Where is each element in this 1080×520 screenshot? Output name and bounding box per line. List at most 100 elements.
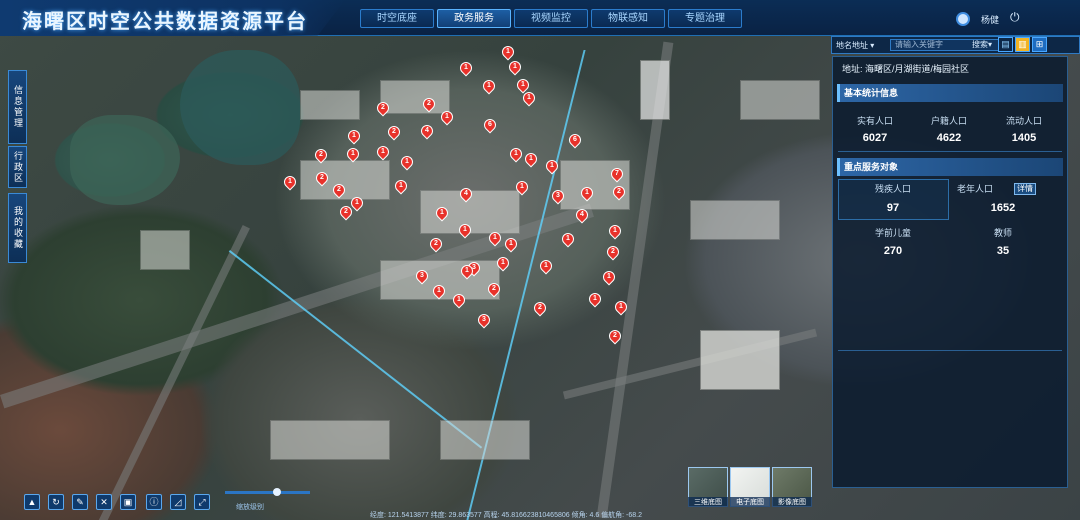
nav-spatiotemporal-base[interactable]: 时空底座: [360, 9, 434, 28]
map-marker-count: 3: [420, 272, 424, 279]
map-marker-count: 2: [392, 128, 396, 135]
zoom-slider-knob[interactable]: [273, 488, 281, 496]
map-marker-count: 2: [611, 248, 615, 255]
panel-address: 地址: 海曙区/月湖街道/梅园社区: [842, 64, 970, 74]
expand-icon[interactable]: ⤢: [194, 494, 210, 510]
map-marker-count: 1: [493, 234, 497, 241]
map-marker-count: 4: [580, 211, 584, 218]
map-marker-count: 2: [434, 240, 438, 247]
map-marker-count: 1: [506, 48, 510, 55]
map-marker-count: 2: [538, 304, 542, 311]
map-marker-count: 1: [381, 148, 385, 155]
search-button[interactable]: 搜索▾: [972, 39, 992, 50]
detail-button[interactable]: 详情: [1014, 183, 1036, 195]
map-marker-count: 1: [521, 81, 525, 88]
map-marker-count: 1: [445, 113, 449, 120]
map-marker-count: 1: [513, 63, 517, 70]
map-marker-count: 1: [487, 82, 491, 89]
map-marker-count: 3: [556, 192, 560, 199]
layer-icon[interactable]: ▤: [998, 37, 1013, 52]
map-marker-count: 1: [463, 226, 467, 233]
map-marker-count: 4: [464, 190, 468, 197]
map-marker-count: 1: [550, 162, 554, 169]
search-type-label: 地名地址: [836, 41, 868, 50]
measure-icon[interactable]: ✕: [96, 494, 112, 510]
map-marker-count: 2: [427, 100, 431, 107]
stat-label-floating-pop: 流动人口: [1005, 116, 1042, 126]
map-marker-count: 1: [529, 155, 533, 162]
map-marker-count: 2: [617, 188, 621, 195]
rotate-icon[interactable]: ↻: [48, 494, 64, 510]
map-marker-count: 2: [381, 104, 385, 111]
user-avatar-icon[interactable]: [956, 12, 970, 26]
grid-icon[interactable]: ⊞: [1032, 37, 1047, 52]
map-marker-count: 1: [440, 209, 444, 216]
map-marker-count: 1: [613, 227, 617, 234]
stat-label-elderly: 老年人口: [956, 184, 993, 194]
map-marker-count: 6: [573, 136, 577, 143]
stat-value-preschool: 270: [883, 245, 903, 257]
map-marker-count: 1: [405, 158, 409, 165]
map-marker-count: 1: [352, 132, 356, 139]
map-marker-count: 2: [613, 332, 617, 339]
basemap-vector-label: 电子底图: [730, 497, 770, 507]
search-type-select[interactable]: 地名地址 ▾: [836, 40, 874, 51]
app-title: 海曙区时空公共数据资源平台: [22, 11, 308, 33]
map-marker-count: 1: [399, 182, 403, 189]
side-tab-district[interactable]: 行政区: [8, 146, 27, 188]
pin-tool-icon[interactable]: ✎: [72, 494, 88, 510]
map-marker-count: 1: [607, 273, 611, 280]
map-marker-count: 1: [501, 259, 505, 266]
search-button-label: 搜索: [972, 40, 988, 49]
basic-stats-header: 基本统计信息: [837, 84, 1063, 102]
key-services-header: 重点服务对象: [837, 158, 1063, 176]
map-marker-count: 1: [527, 94, 531, 101]
stat-value-teachers: 35: [996, 245, 1010, 257]
map-marker-count: 2: [337, 186, 341, 193]
side-tab-info-management[interactable]: 信息管理: [8, 70, 27, 144]
map-marker-count: 1: [593, 295, 597, 302]
area-icon[interactable]: ◿: [170, 494, 186, 510]
map-marker-count: 1: [437, 287, 441, 294]
side-tab-favorites[interactable]: 我的收藏: [8, 193, 27, 263]
user-name[interactable]: 杨健: [981, 13, 999, 26]
map-marker-count: 2: [319, 151, 323, 158]
panel-divider-bottom: [838, 350, 1062, 351]
basemap-3d-label: 三维底图: [688, 497, 728, 507]
map-marker-count: 1: [351, 150, 355, 157]
map-marker-count: 1: [464, 64, 468, 71]
map-marker-count: 1: [355, 199, 359, 206]
stat-label-disabled: 残疾人口: [874, 184, 911, 194]
stat-label-preschool: 学前儿童: [874, 228, 911, 238]
stat-value-registered-pop: 4622: [936, 132, 962, 144]
map-marker-count: 1: [520, 183, 524, 190]
stat-label-actual-pop: 实有人口: [856, 116, 893, 126]
building-icon[interactable]: ▥: [1015, 37, 1030, 52]
basemap-imagery-label: 影像底图: [772, 497, 812, 507]
stat-value-floating-pop: 1405: [1011, 132, 1037, 144]
nav-video-monitor[interactable]: 视频监控: [514, 9, 588, 28]
map-marker-count: 1: [514, 150, 518, 157]
fullscreen-icon[interactable]: ▣: [120, 494, 136, 510]
zoom-label: 缩放级别: [236, 504, 264, 511]
map-marker-count: 1: [585, 189, 589, 196]
stat-value-elderly: 1652: [990, 202, 1016, 214]
nav-topic-governance[interactable]: 专题治理: [668, 9, 742, 28]
map-marker-count: 1: [288, 178, 292, 185]
map-marker-count: 1: [566, 235, 570, 242]
map-marker-count: 2: [344, 208, 348, 215]
nav-iot-sensing[interactable]: 物联感知: [591, 9, 665, 28]
power-icon[interactable]: ⏻: [1010, 10, 1020, 25]
nav-government-service[interactable]: 政务服务: [437, 9, 511, 28]
map-marker-count: 6: [488, 121, 492, 128]
map-marker-count: 2: [492, 285, 496, 292]
map-marker-count: 1: [457, 296, 461, 303]
zoom-slider[interactable]: [225, 491, 310, 494]
stat-value-disabled: 97: [886, 202, 900, 214]
map-marker-count: 1: [465, 267, 469, 274]
map-marker-count: 3: [482, 316, 486, 323]
coordinate-readout: 经度: 121.5413877 纬度: 29.863577 高程: 45.816…: [370, 512, 643, 519]
map-marker-count: 4: [425, 127, 429, 134]
compass-icon[interactable]: ▲: [24, 494, 40, 510]
info-icon[interactable]: ⓘ: [146, 494, 162, 510]
